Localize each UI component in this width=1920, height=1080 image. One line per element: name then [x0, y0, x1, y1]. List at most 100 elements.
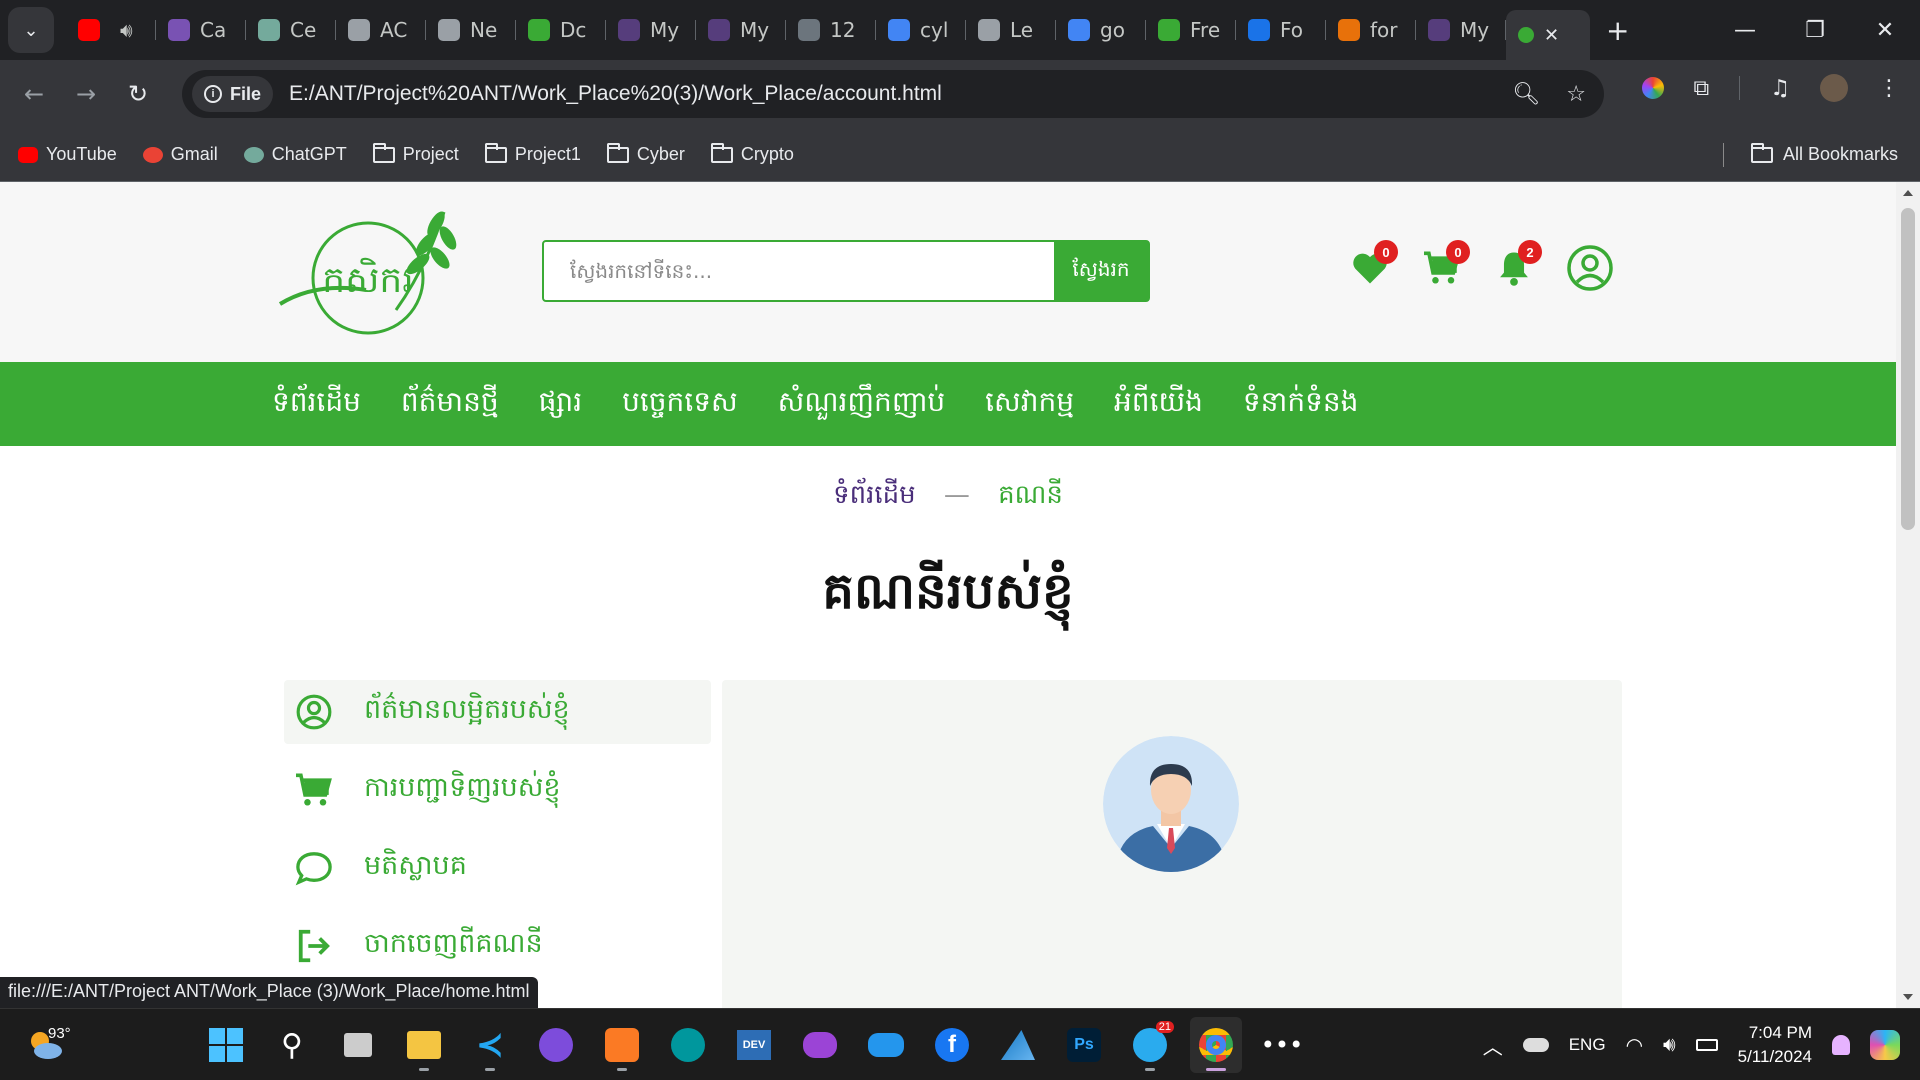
cloud-icon[interactable]	[1522, 1038, 1549, 1052]
battery-icon[interactable]	[1695, 1039, 1718, 1051]
browser-tab[interactable]: Fo	[1236, 10, 1326, 50]
nav-link[interactable]: ផ្សារ	[539, 384, 582, 425]
sidebar-item-logout[interactable]: ចាកចេញពីគណនី	[284, 914, 711, 978]
back-button[interactable]: ←	[8, 68, 60, 120]
nav-link[interactable]: ទំព័រដើម	[272, 384, 361, 425]
forward-button[interactable]: →	[60, 68, 112, 120]
nav-link[interactable]: សំណួរញឹកញាប់	[778, 384, 945, 425]
browser-tab[interactable]: go	[1056, 10, 1146, 50]
weather-widget[interactable]: 93°	[26, 1025, 71, 1065]
chevron-up-icon[interactable]: ︿	[1483, 1031, 1503, 1060]
extensions-icon[interactable]: ⧉	[1694, 76, 1710, 101]
chrome-app[interactable]	[1190, 1017, 1242, 1073]
audio-playing-icon[interactable]: 🔊︎	[120, 18, 133, 42]
search-button[interactable]: ស្វែងរក	[1054, 242, 1148, 300]
wishlist-button[interactable]: 0	[1350, 240, 1398, 288]
sidebar-item-orders[interactable]: ការបញ្ជាទិញរបស់ខ្ញុំ	[284, 758, 711, 822]
breadcrumb-home[interactable]: ទំព័រដើម	[833, 480, 916, 510]
browser-tab[interactable]: My	[606, 10, 696, 50]
page-scrollbar[interactable]	[1896, 182, 1920, 1008]
url-text[interactable]: E:/ANT/Project%20ANT/Work_Place%20(3)/Wo…	[289, 82, 942, 106]
telegram-icon	[1133, 1028, 1167, 1062]
browser-tab[interactable]: My	[696, 10, 786, 50]
copilot-icon[interactable]	[1870, 1030, 1900, 1060]
file-explorer-app[interactable]	[398, 1017, 450, 1073]
tab-active[interactable]: ✕	[1506, 10, 1590, 60]
xampp-app[interactable]	[596, 1017, 648, 1073]
notifications-button[interactable]: 2	[1494, 240, 1542, 288]
nav-link[interactable]: ព័ត៌មានថ្មី	[401, 384, 499, 425]
notification-bell-icon[interactable]	[1832, 1035, 1850, 1055]
sidebar-item-feedback[interactable]: មតិស្លាបគ	[284, 836, 711, 900]
youtube-icon	[78, 19, 100, 41]
zoom-icon[interactable]: 🔍︎	[1512, 82, 1540, 107]
close-tab-icon[interactable]: ✕	[1544, 25, 1559, 46]
color-wheel-extension-icon[interactable]	[1641, 77, 1664, 99]
tab-title: Ce	[290, 18, 317, 42]
devc-app[interactable]: DEV	[728, 1017, 780, 1073]
telegram-app[interactable]: 21	[1124, 1017, 1176, 1073]
tor-browser-app[interactable]	[530, 1017, 582, 1073]
wifi-icon[interactable]: ◠	[1626, 1033, 1643, 1058]
reload-button[interactable]: ↻	[112, 68, 164, 120]
vscode-app[interactable]: ≺	[464, 1017, 516, 1073]
bookmark-item[interactable]: Gmail	[142, 144, 218, 165]
close-window-button[interactable]: ✕	[1850, 0, 1920, 60]
volume-icon[interactable]: 🔊︎	[1663, 1034, 1676, 1057]
facebook-app[interactable]: f	[926, 1017, 978, 1073]
site-info-chip[interactable]: i File	[192, 76, 274, 112]
browser-tab[interactable]: for	[1326, 10, 1416, 50]
scroll-down-arrow[interactable]	[1903, 994, 1913, 1000]
bookmark-item[interactable]: Crypto	[710, 142, 794, 165]
browser-tab[interactable]: Ne	[426, 10, 516, 50]
bookmark-item[interactable]: YouTube	[18, 144, 117, 165]
tab-title: Ca	[200, 18, 227, 42]
clock[interactable]: 7:04 PM 5/11/2024	[1738, 1021, 1812, 1069]
kasikor-logo[interactable]: កសិករ	[276, 198, 466, 348]
cart-button[interactable]: 0	[1422, 240, 1470, 288]
language-indicator[interactable]: ENG	[1569, 1035, 1606, 1055]
wireshark-app[interactable]	[992, 1017, 1044, 1073]
bookmark-item[interactable]: ChatGPT	[243, 144, 347, 165]
all-bookmarks-button[interactable]: All Bookmarks	[1750, 142, 1898, 165]
search-input[interactable]	[544, 242, 1054, 300]
sidebar-item-details[interactable]: ព័ត៌មានលម្អិតរបស់ខ្ញុំ	[284, 680, 711, 744]
nav-link[interactable]: សេវាកម្ម	[985, 384, 1074, 425]
task-view-button[interactable]	[332, 1017, 384, 1073]
arduino-app[interactable]	[662, 1017, 714, 1073]
photoshop-app[interactable]: Ps	[1058, 1017, 1110, 1073]
media-control-icon[interactable]: ♫	[1770, 76, 1790, 101]
nav-link[interactable]: បច្ចេកទេស	[622, 384, 738, 425]
scroll-up-arrow[interactable]	[1903, 190, 1913, 196]
browser-tab[interactable]: Le	[966, 10, 1056, 50]
docker-app[interactable]	[860, 1017, 912, 1073]
browser-tab[interactable]: Ca	[156, 10, 246, 50]
bookmark-item[interactable]: Project	[372, 142, 459, 165]
profile-avatar[interactable]	[1820, 74, 1848, 102]
browser-tab[interactable]: 🔊︎	[66, 10, 156, 50]
restore-button[interactable]: ❐	[1780, 0, 1850, 60]
minimize-button[interactable]: —	[1710, 0, 1780, 60]
address-bar[interactable]: i File E:/ANT/Project%20ANT/Work_Place%2…	[182, 70, 1604, 118]
nav-link[interactable]: ទំនាក់ទំនង	[1243, 384, 1359, 425]
taskbar-search-button[interactable]: ⚲	[266, 1017, 318, 1073]
game-app[interactable]	[794, 1017, 846, 1073]
browser-tab[interactable]: cyl	[876, 10, 966, 50]
bookmark-item[interactable]: Project1	[484, 142, 581, 165]
nav-link[interactable]: អំពីយើង	[1114, 384, 1203, 425]
scroll-thumb[interactable]	[1901, 208, 1915, 530]
more-apps-button[interactable]: •••	[1256, 1017, 1308, 1073]
start-button[interactable]	[200, 1017, 252, 1073]
new-tab-button[interactable]: +	[1606, 14, 1629, 47]
browser-tab[interactable]: AC	[336, 10, 426, 50]
browser-tab[interactable]: 12	[786, 10, 876, 50]
browser-tab[interactable]: Ce	[246, 10, 336, 50]
browser-tab[interactable]: Dc	[516, 10, 606, 50]
menu-icon[interactable]: ⋮	[1878, 76, 1900, 101]
browser-tab[interactable]: Fre	[1146, 10, 1236, 50]
bookmark-star-icon[interactable]: ☆	[1566, 82, 1586, 107]
account-button[interactable]	[1566, 244, 1614, 292]
browser-tab[interactable]: My	[1416, 10, 1506, 50]
bookmark-item[interactable]: Cyber	[606, 142, 685, 165]
tab-search-button[interactable]: ⌄	[8, 7, 54, 53]
